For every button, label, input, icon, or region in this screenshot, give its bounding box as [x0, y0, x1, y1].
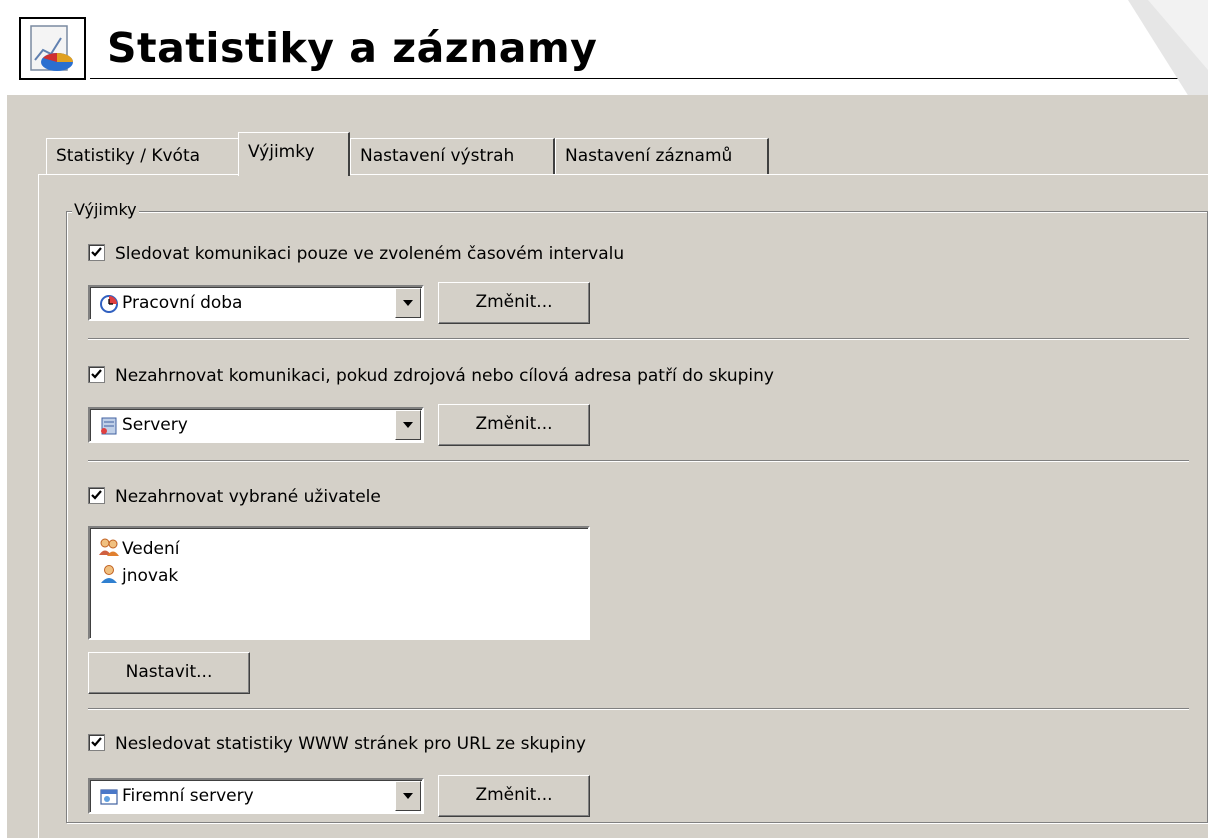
page-title: Statistiky a záznamy [107, 24, 598, 72]
url-group-option[interactable]: Nesledovat statistiky WWW stránek pro UR… [88, 732, 586, 756]
address-group-checkbox[interactable] [88, 365, 105, 383]
corner-watermark [1128, 0, 1208, 108]
tab-edge [38, 174, 238, 175]
tab-edge [350, 174, 1208, 175]
excluded-users-list[interactable]: Vedení jnovak [88, 526, 590, 640]
tab-label: Nastavení výstrah [360, 146, 515, 166]
url-group-label: Nesledovat statistiky WWW stránek pro UR… [115, 734, 586, 754]
list-item[interactable]: jnovak [98, 563, 178, 589]
tab-nastaveni-zaznamu[interactable]: Nastavení záznamů [555, 138, 769, 174]
selected-value: Pracovní doba [122, 293, 243, 313]
statistics-chart-icon [19, 17, 86, 80]
tab-vyjimky[interactable]: Výjimky [238, 132, 350, 176]
time-interval-option[interactable]: Sledovat komunikaci pouze ve zvoleném ča… [88, 242, 624, 266]
address-group-label: Nezahrnovat komunikaci, pokud zdrojová n… [115, 366, 774, 386]
selected-value: Servery [122, 415, 188, 435]
users-label: Nezahrnovat vybrané uživatele [115, 487, 381, 507]
chevron-down-icon [403, 300, 413, 306]
selected-value: Firemní servery [122, 786, 254, 806]
address-group-select[interactable]: Servery [88, 407, 424, 443]
clock-icon [100, 295, 118, 313]
time-interval-label: Sledovat komunikaci pouze ve zvoleném ča… [115, 244, 625, 264]
title-divider [90, 78, 1208, 79]
time-interval-select[interactable]: Pracovní doba [88, 285, 424, 321]
list-item[interactable]: Vedení [98, 536, 180, 562]
section-separator [88, 338, 1189, 340]
tab-label: Statistiky / Kvóta [56, 146, 201, 166]
server-group-icon [101, 417, 117, 435]
change-time-interval-button[interactable]: Změnit... [438, 282, 590, 324]
groupbox-legend: Výjimky [72, 199, 139, 221]
chevron-down-icon [403, 793, 413, 799]
list-item-label: Vedení [122, 539, 180, 559]
chevron-down-icon [403, 422, 413, 428]
url-group-checkbox[interactable] [88, 733, 105, 751]
tab-label: Nastavení záznamů [565, 146, 733, 166]
url-group-select[interactable]: Firemní servery [88, 778, 424, 814]
url-group-icon [100, 789, 118, 805]
change-address-group-button[interactable]: Změnit... [438, 404, 590, 446]
list-item-label: jnovak [122, 566, 179, 586]
user-group-icon [99, 538, 119, 556]
address-group-option[interactable]: Nezahrnovat komunikaci, pokud zdrojová n… [88, 364, 774, 388]
tab-nastaveni-vystrah[interactable]: Nastavení výstrah [350, 138, 555, 174]
user-icon [101, 565, 117, 583]
users-checkbox[interactable] [88, 486, 105, 504]
dropdown-arrow-button[interactable] [395, 410, 421, 440]
time-interval-checkbox[interactable] [88, 243, 105, 261]
change-url-group-button[interactable]: Změnit... [438, 775, 590, 817]
dropdown-arrow-button[interactable] [395, 781, 421, 811]
section-separator [88, 708, 1189, 710]
dropdown-arrow-button[interactable] [395, 288, 421, 318]
users-option[interactable]: Nezahrnovat vybrané uživatele [88, 485, 381, 509]
tab-statistiky-kvota[interactable]: Statistiky / Kvóta [46, 138, 241, 174]
tab-label: Výjimky [248, 142, 315, 162]
section-separator [88, 460, 1189, 462]
set-users-button[interactable]: Nastavit... [88, 652, 250, 694]
